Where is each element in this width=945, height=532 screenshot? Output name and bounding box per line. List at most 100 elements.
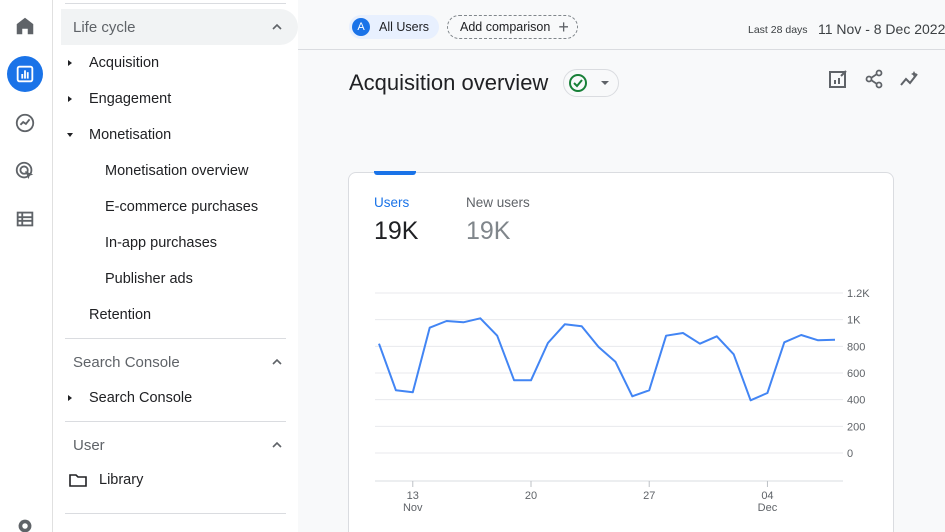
explore-icon[interactable]	[7, 105, 43, 141]
data-point[interactable]	[511, 377, 517, 383]
nav-item-monetisation-overview[interactable]: Monetisation overview	[53, 156, 298, 186]
advertising-icon[interactable]	[7, 153, 43, 189]
data-point[interactable]	[731, 351, 737, 357]
home-icon[interactable]	[7, 8, 43, 44]
report-status-button[interactable]	[563, 69, 619, 97]
data-point[interactable]	[545, 340, 551, 346]
data-point[interactable]	[477, 315, 483, 321]
data-point[interactable]	[528, 377, 534, 383]
divider	[65, 421, 286, 422]
folder-icon	[69, 474, 87, 487]
data-point[interactable]	[714, 333, 720, 339]
divider	[65, 338, 286, 339]
data-point[interactable]	[393, 387, 399, 393]
section-label: User	[73, 436, 105, 454]
configure-icon[interactable]	[7, 201, 43, 237]
metric-value-new-users: 19K	[466, 217, 511, 245]
x-tick-month-label: Nov	[403, 502, 423, 513]
nav-item-publisher-ads[interactable]: Publisher ads	[53, 264, 298, 294]
data-point[interactable]	[427, 325, 433, 331]
chevron-up-icon	[272, 358, 282, 365]
y-tick-label: 0	[847, 448, 853, 460]
settings-icon[interactable]	[7, 508, 43, 532]
data-point[interactable]	[410, 389, 416, 395]
main-content: A All Users Add comparison + Last 28 day…	[298, 0, 945, 532]
users-chart-card: Users 19K New users 19K 1.2K 1K 800 600 400 2…	[348, 171, 894, 532]
nav-item-label: E-commerce purchases	[105, 199, 259, 215]
chevron-up-icon	[272, 23, 282, 30]
nav-item-library[interactable]: Library	[53, 465, 298, 495]
series-line-users[interactable]	[378, 317, 836, 402]
data-point[interactable]	[764, 390, 770, 396]
nav-item-label: Monetisation overview	[105, 163, 249, 179]
x-tick-label: 27	[643, 490, 655, 502]
data-point[interactable]	[680, 330, 686, 336]
data-point[interactable]	[579, 323, 585, 329]
add-comparison-button[interactable]: Add comparison +	[447, 15, 578, 39]
x-tick-label: 04	[761, 490, 773, 502]
data-point[interactable]	[646, 387, 652, 393]
data-point[interactable]	[663, 333, 669, 339]
nav-item-engagement[interactable]: Engagement	[53, 84, 298, 114]
customize-report-icon[interactable]	[825, 66, 851, 92]
nav-item-label: Retention	[89, 307, 152, 323]
metric-value-users: 19K	[374, 217, 419, 245]
section-label: Search Console	[73, 353, 180, 371]
users-line-chart: 1.2K 1K 800 600 400 200 0 13Nov 20 27 04Dec	[375, 288, 870, 513]
date-range-label: Last 28 days	[748, 24, 808, 36]
add-comparison-label: Add comparison	[460, 20, 551, 34]
nav-item-search-console[interactable]: Search Console	[53, 383, 298, 413]
nav-item-label: Engagement	[89, 91, 172, 107]
divider	[65, 513, 286, 514]
caret-right-icon	[68, 96, 72, 102]
section-search-console[interactable]: Search Console	[61, 344, 298, 380]
x-tick-label: 13	[407, 490, 419, 502]
data-point[interactable]	[612, 359, 618, 365]
divider	[65, 3, 286, 4]
metric-tab-users[interactable]: Users	[374, 195, 409, 210]
data-point[interactable]	[781, 339, 787, 345]
comparison-bar: A All Users Add comparison + Last 28 day…	[298, 0, 945, 50]
chevron-up-icon	[272, 441, 282, 448]
data-point[interactable]	[748, 397, 754, 403]
caret-right-icon	[68, 395, 72, 401]
active-tab-indicator	[374, 171, 416, 175]
data-point[interactable]	[562, 321, 568, 327]
x-tick-label: 20	[525, 490, 537, 502]
nav-item-monetisation[interactable]: Monetisation	[53, 120, 298, 150]
data-point[interactable]	[596, 344, 602, 350]
reports-icon[interactable]	[7, 56, 43, 92]
y-tick-label: 200	[847, 421, 865, 433]
y-tick-label: 1.2K	[847, 288, 870, 300]
nav-item-acquisition[interactable]: Acquisition	[53, 48, 298, 78]
check-circle-icon	[569, 74, 587, 92]
nav-item-retention[interactable]: Retention	[53, 300, 298, 330]
segment-badge: A	[352, 18, 370, 36]
segment-chip-all-users[interactable]: A All Users	[349, 15, 440, 39]
data-point[interactable]	[376, 341, 382, 347]
y-tick-label: 600	[847, 368, 865, 380]
nav-item-label: In-app purchases	[105, 235, 218, 251]
nav-item-in-app-purchases[interactable]: In-app purchases	[53, 228, 298, 258]
section-label: Life cycle	[73, 18, 136, 36]
data-point[interactable]	[494, 333, 500, 339]
caret-down-icon	[67, 133, 73, 137]
metric-tab-new-users[interactable]: New users	[466, 195, 530, 210]
date-range-picker[interactable]: 11 Nov - 8 Dec 2022	[818, 21, 945, 37]
data-point[interactable]	[697, 341, 703, 347]
data-point[interactable]	[815, 337, 821, 343]
section-life-cycle[interactable]: Life cycle	[61, 9, 298, 45]
section-user[interactable]: User	[61, 427, 298, 463]
nav-item-label: Library	[99, 472, 144, 488]
data-point[interactable]	[444, 318, 450, 324]
data-point[interactable]	[832, 337, 838, 343]
data-point[interactable]	[460, 319, 466, 325]
dropdown-arrow-icon	[601, 81, 609, 85]
data-point[interactable]	[798, 332, 804, 338]
data-point[interactable]	[629, 393, 635, 399]
share-icon[interactable]	[861, 66, 887, 92]
page-title: Acquisition overview	[349, 70, 549, 95]
icon-rail	[0, 0, 53, 532]
nav-item-ecommerce-purchases[interactable]: E-commerce purchases	[53, 192, 298, 222]
insights-icon[interactable]	[897, 66, 923, 92]
